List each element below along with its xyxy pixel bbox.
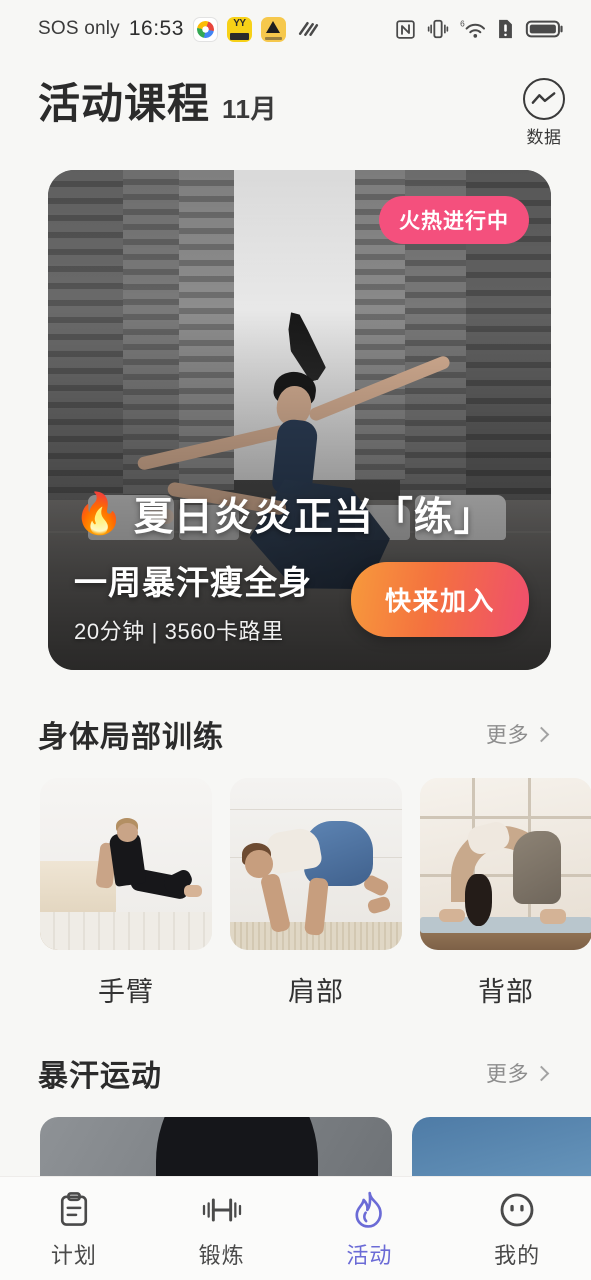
hero-meta: 20分钟 | 3560卡路里 — [74, 619, 284, 644]
back-workout-thumb — [420, 778, 591, 950]
face-icon — [499, 1191, 535, 1229]
page-header: 活动课程 11月 数据 — [0, 58, 591, 154]
join-button[interactable]: 快来加入 — [350, 561, 529, 637]
vibrate-icon — [427, 18, 449, 40]
status-bar: SOS only 16:53 6 — [0, 0, 591, 58]
flame-icon — [352, 1191, 386, 1229]
arm-workout-thumb — [40, 778, 212, 950]
nav-item-activity[interactable]: 活动 — [296, 1191, 444, 1270]
battery-icon — [525, 18, 565, 40]
nav-label: 锻炼 — [198, 1243, 245, 1268]
yy-app-icon — [226, 16, 252, 42]
workout-card-arm[interactable]: 手臂 — [40, 778, 212, 1009]
svg-text:6: 6 — [460, 19, 465, 28]
hero-detail-row: 一周暴汗瘦全身 20分钟 | 3560卡路里 快来加入 — [74, 556, 529, 646]
bottom-navigation-bar: 计划 锻炼 活动 我的 — [0, 1176, 591, 1280]
sim-alert-icon — [497, 18, 514, 40]
carrier-label: SOS only — [38, 18, 120, 39]
status-bar-right: 6 — [395, 18, 565, 40]
card-label: 肩部 — [288, 977, 344, 1007]
dumbbell-icon — [202, 1191, 242, 1229]
page-month-label: 11月 — [222, 94, 278, 124]
section-title: 暴汗运动 — [38, 1060, 162, 1093]
status-bar-left: SOS only 16:53 — [38, 16, 322, 42]
data-button[interactable]: 数据 — [523, 76, 565, 148]
body-training-card-row[interactable]: 手臂 肩部 背部 — [0, 778, 591, 1009]
workout-card-shoulder[interactable]: 肩部 — [230, 778, 402, 1009]
lens-app-icon — [192, 16, 218, 42]
nav-item-workout[interactable]: 锻炼 — [148, 1191, 296, 1270]
trend-chart-circle-icon — [523, 78, 565, 120]
hero-text-block: 一周暴汗瘦全身 20分钟 | 3560卡路里 — [74, 556, 312, 646]
nav-item-plan[interactable]: 计划 — [0, 1191, 148, 1270]
more-link-sweat[interactable]: 更多 — [486, 1058, 550, 1088]
status-badge: 火热进行中 — [379, 196, 529, 244]
hero-content: 🔥 夏日炎炎正当「练」 一周暴汗瘦全身 20分钟 | 3560卡路里 快来加入 — [74, 486, 529, 646]
title-group: 活动课程 11月 — [38, 76, 277, 126]
shoulder-workout-thumb — [230, 778, 402, 950]
more-label: 更多 — [486, 1063, 529, 1086]
nav-label: 计划 — [50, 1243, 97, 1268]
nfc-icon — [395, 19, 416, 40]
flame-icon: 🔥 — [74, 492, 124, 536]
app-screen: SOS only 16:53 6 — [0, 0, 591, 1280]
card-label: 手臂 — [98, 977, 154, 1007]
triangle-app-icon — [260, 16, 286, 42]
card-label: 背部 — [478, 977, 534, 1007]
more-label: 更多 — [486, 724, 529, 747]
hero-banner-card[interactable]: 火热进行中 🔥 夏日炎炎正当「练」 一周暴汗瘦全身 20分钟 | 3560卡路里… — [48, 170, 551, 670]
wave-app-icon — [295, 17, 322, 42]
clock-label: 16:53 — [128, 17, 184, 40]
clipboard-icon — [57, 1191, 91, 1229]
hero-subtitle: 一周暴汗瘦全身 — [74, 564, 312, 601]
section-title: 身体局部训练 — [38, 721, 224, 754]
hero-title-row: 🔥 夏日炎炎正当「练」 — [74, 486, 529, 542]
nav-label: 活动 — [346, 1243, 393, 1268]
workout-card-back[interactable]: 背部 — [420, 778, 591, 1009]
page-title: 活动课程 — [38, 80, 211, 127]
chevron-right-icon — [533, 726, 550, 742]
wifi-6-icon: 6 — [460, 18, 486, 40]
more-link-body-training[interactable]: 更多 — [486, 719, 550, 749]
nav-label: 我的 — [494, 1243, 541, 1268]
data-button-label: 数据 — [526, 128, 562, 147]
chevron-right-icon — [533, 1065, 550, 1081]
section-header-sweat: 暴汗运动 更多 — [0, 1051, 591, 1095]
nav-item-profile[interactable]: 我的 — [443, 1191, 591, 1270]
section-header-body-training: 身体局部训练 更多 — [0, 712, 591, 756]
hero-title: 夏日炎炎正当「练」 — [133, 496, 494, 539]
